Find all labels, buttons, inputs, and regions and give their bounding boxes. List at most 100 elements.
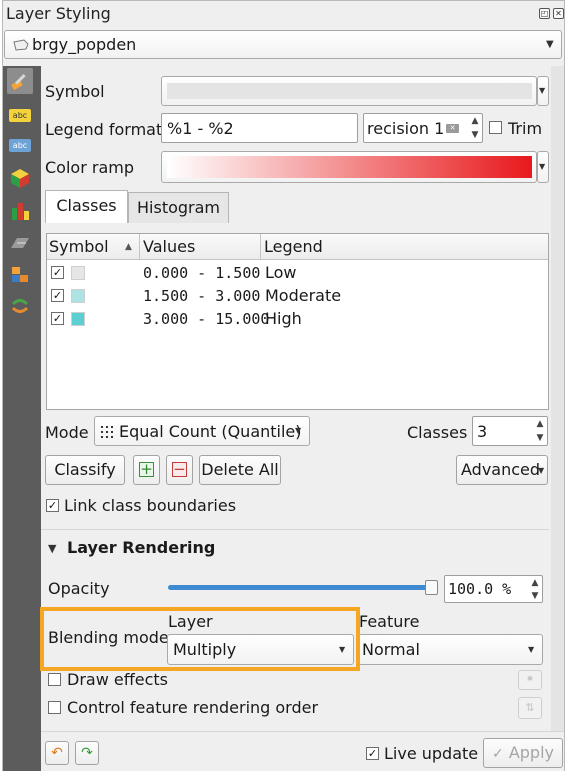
chevron-down-icon: ▼ xyxy=(528,645,535,654)
symbology-paintbrush-icon[interactable] xyxy=(7,68,33,94)
table-row[interactable]: ✓ 1.500 - 3.000 Moderate xyxy=(47,285,548,308)
class-values[interactable]: 1.500 - 3.000 xyxy=(143,287,260,305)
table-header: Symbol ▲ Values Legend xyxy=(47,234,548,260)
class-values[interactable]: 0.000 - 1.500 xyxy=(143,264,260,282)
control-order-label: Control feature rendering order xyxy=(67,698,319,717)
opacity-label: Opacity xyxy=(48,579,110,598)
float-panel-icon[interactable]: ◰ xyxy=(539,8,550,19)
effects-settings-icon[interactable]: ✷ xyxy=(518,670,542,690)
trim-checkbox[interactable] xyxy=(489,121,502,134)
class-color-swatch[interactable] xyxy=(71,289,85,303)
highlight-box xyxy=(40,607,360,671)
chevron-down-icon: ▼ xyxy=(546,39,554,50)
trim-label: Trim xyxy=(508,119,543,138)
row-visibility-checkbox[interactable]: ✓ xyxy=(51,312,64,325)
section-divider xyxy=(41,529,549,530)
labels-icon[interactable]: abc xyxy=(7,102,33,128)
quantile-icon xyxy=(101,426,113,438)
symbol-label: Symbol xyxy=(45,82,105,101)
polygon-layer-icon xyxy=(13,39,29,51)
classes-table[interactable]: Symbol ▲ Values Legend ✓ 0.000 - 1.500 L… xyxy=(46,233,549,410)
layer-name: brgy_popden xyxy=(32,35,137,54)
redo-icon[interactable]: ↷ xyxy=(75,741,99,765)
spin-up-icon[interactable]: ▲ xyxy=(528,576,542,590)
classes-count-spinbox[interactable]: 3 ▲ ▼ xyxy=(472,416,548,446)
column-header-symbol[interactable]: Symbol xyxy=(49,237,109,256)
opacity-slider-track[interactable] xyxy=(168,585,432,590)
color-ramp-menu-button[interactable]: ▼ xyxy=(537,151,549,183)
spin-up-icon[interactable]: ▲ xyxy=(533,417,547,431)
row-visibility-checkbox[interactable]: ✓ xyxy=(51,266,64,279)
class-legend[interactable]: High xyxy=(265,309,302,328)
chevron-down-icon: ▼ xyxy=(295,426,302,435)
mode-combo[interactable]: Equal Count (Quantile) ▼ xyxy=(94,416,310,446)
delete-all-button[interactable]: Delete All xyxy=(199,455,281,485)
symbol-button[interactable] xyxy=(161,76,537,106)
layer-selector-combo[interactable]: brgy_popden ▼ xyxy=(4,30,562,59)
link-boundaries-label: Link class boundaries xyxy=(64,496,237,515)
classify-button[interactable]: Classify xyxy=(45,455,125,485)
color-ramp-preview xyxy=(167,156,532,178)
diagrams-icon[interactable] xyxy=(7,198,33,224)
apply-button[interactable]: ✓ Apply xyxy=(483,738,563,768)
opacity-spinbox[interactable]: 100.0 % ▲ ▼ xyxy=(444,575,543,603)
class-color-swatch[interactable] xyxy=(71,312,85,326)
column-header-legend[interactable]: Legend xyxy=(264,237,323,256)
spin-down-icon[interactable]: ▼ xyxy=(468,128,482,142)
attributes-form-icon[interactable] xyxy=(7,262,33,288)
chevron-down-icon: ▼ xyxy=(539,162,546,171)
panel-scrollbar[interactable] xyxy=(551,66,564,771)
row-visibility-checkbox[interactable]: ✓ xyxy=(51,289,64,302)
table-row[interactable]: ✓ 3.000 - 15.000 High xyxy=(47,308,548,331)
undo-icon[interactable]: ↶ xyxy=(45,741,69,765)
minus-icon: − xyxy=(172,460,187,478)
3d-view-icon[interactable] xyxy=(7,165,33,191)
class-color-swatch[interactable] xyxy=(71,266,85,280)
control-order-checkbox[interactable] xyxy=(48,701,61,714)
class-legend[interactable]: Low xyxy=(265,263,297,282)
chevron-down-icon: ▼ xyxy=(539,86,546,95)
spin-down-icon[interactable]: ▼ xyxy=(528,589,542,603)
sort-ascending-icon: ▲ xyxy=(125,242,132,252)
mode-label: Mode xyxy=(45,423,89,442)
feature-blend-column-label: Feature xyxy=(359,612,420,631)
color-ramp-button[interactable] xyxy=(161,151,537,183)
symbol-menu-button[interactable]: ▼ xyxy=(537,76,549,106)
spin-up-icon[interactable]: ▲ xyxy=(468,114,482,128)
close-panel-icon[interactable]: ✕ xyxy=(553,8,564,19)
history-icon[interactable] xyxy=(7,293,33,319)
table-row[interactable]: ✓ 0.000 - 1.500 Low xyxy=(47,262,548,285)
mode-value: Equal Count (Quantile) xyxy=(119,422,302,441)
masks-icon[interactable]: abc xyxy=(7,132,33,158)
class-legend[interactable]: Moderate xyxy=(265,286,341,305)
live-update-checkbox[interactable]: ✓ xyxy=(366,747,379,760)
chevron-down-icon: ▼ xyxy=(538,466,545,475)
sort-order-icon[interactable]: ⇅ xyxy=(518,697,542,719)
tab-classes[interactable]: Classes xyxy=(45,190,128,223)
plus-icon: + xyxy=(139,460,154,478)
draw-effects-label: Draw effects xyxy=(67,670,168,689)
layer-rendering-heading[interactable]: Layer Rendering xyxy=(67,538,215,557)
checkmark-icon: ✓ xyxy=(492,746,504,762)
remove-class-button[interactable]: − xyxy=(166,455,193,485)
color-ramp-label: Color ramp xyxy=(45,158,134,177)
legend-format-input[interactable]: %1 - %2 xyxy=(161,113,358,143)
advanced-button[interactable]: Advanced ▼ xyxy=(456,455,548,485)
spin-down-icon[interactable]: ▼ xyxy=(533,431,547,445)
legend-format-label: Legend format xyxy=(45,120,163,139)
classes-count-label: Classes xyxy=(407,423,468,442)
feature-blending-combo[interactable]: Normal ▼ xyxy=(358,634,543,665)
fields-icon[interactable] xyxy=(7,230,33,256)
column-header-values[interactable]: Values xyxy=(143,237,195,256)
draw-effects-checkbox[interactable] xyxy=(48,673,61,686)
live-update-label: Live update xyxy=(384,744,479,763)
opacity-slider-handle[interactable] xyxy=(425,580,438,595)
link-boundaries-checkbox[interactable]: ✓ xyxy=(46,499,59,512)
clear-icon[interactable]: ✕ xyxy=(446,124,459,133)
collapse-triangle-icon[interactable]: ▼ xyxy=(48,542,56,555)
tab-histogram[interactable]: Histogram xyxy=(128,192,229,223)
add-class-button[interactable]: + xyxy=(133,455,160,485)
class-values[interactable]: 3.000 - 15.000 xyxy=(143,310,269,328)
symbol-preview xyxy=(167,83,532,99)
precision-spinbox[interactable]: recision 1 ✕ ▲ ▼ xyxy=(363,113,483,143)
